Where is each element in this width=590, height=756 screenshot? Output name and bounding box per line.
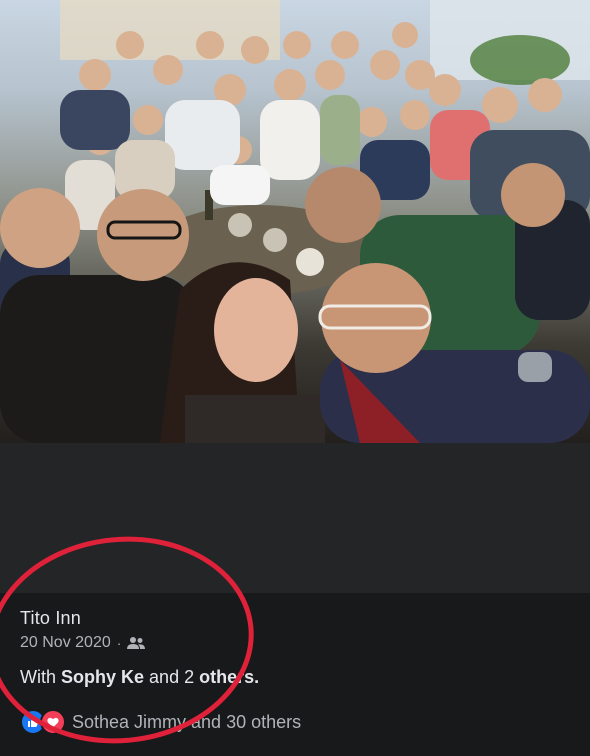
reaction-icons [20, 709, 66, 735]
photo-bottom-band [0, 443, 590, 593]
post-author-name[interactable]: Tito Inn [20, 608, 81, 629]
group-selfie-photo[interactable] [0, 0, 590, 443]
reactions-summary[interactable]: Sothea Jimmy and 30 others [20, 709, 301, 735]
with-prefix: With [20, 667, 56, 687]
tagged-people-line: With Sophy Ke and 2 others. [20, 667, 259, 688]
tagged-others-link[interactable]: others. [199, 667, 259, 687]
reactions-text[interactable]: Sothea Jimmy and 30 others [72, 712, 301, 733]
post-meta-row: 20 Nov 2020 · [20, 633, 146, 653]
photo-illustration [0, 0, 590, 443]
with-middle-text: and 2 [149, 667, 195, 687]
post-date[interactable]: 20 Nov 2020 [20, 634, 111, 652]
love-icon [40, 709, 66, 735]
tagged-person-link[interactable]: Sophy Ke [61, 667, 144, 687]
meta-separator: · [116, 635, 122, 651]
friends-icon[interactable] [127, 636, 146, 650]
